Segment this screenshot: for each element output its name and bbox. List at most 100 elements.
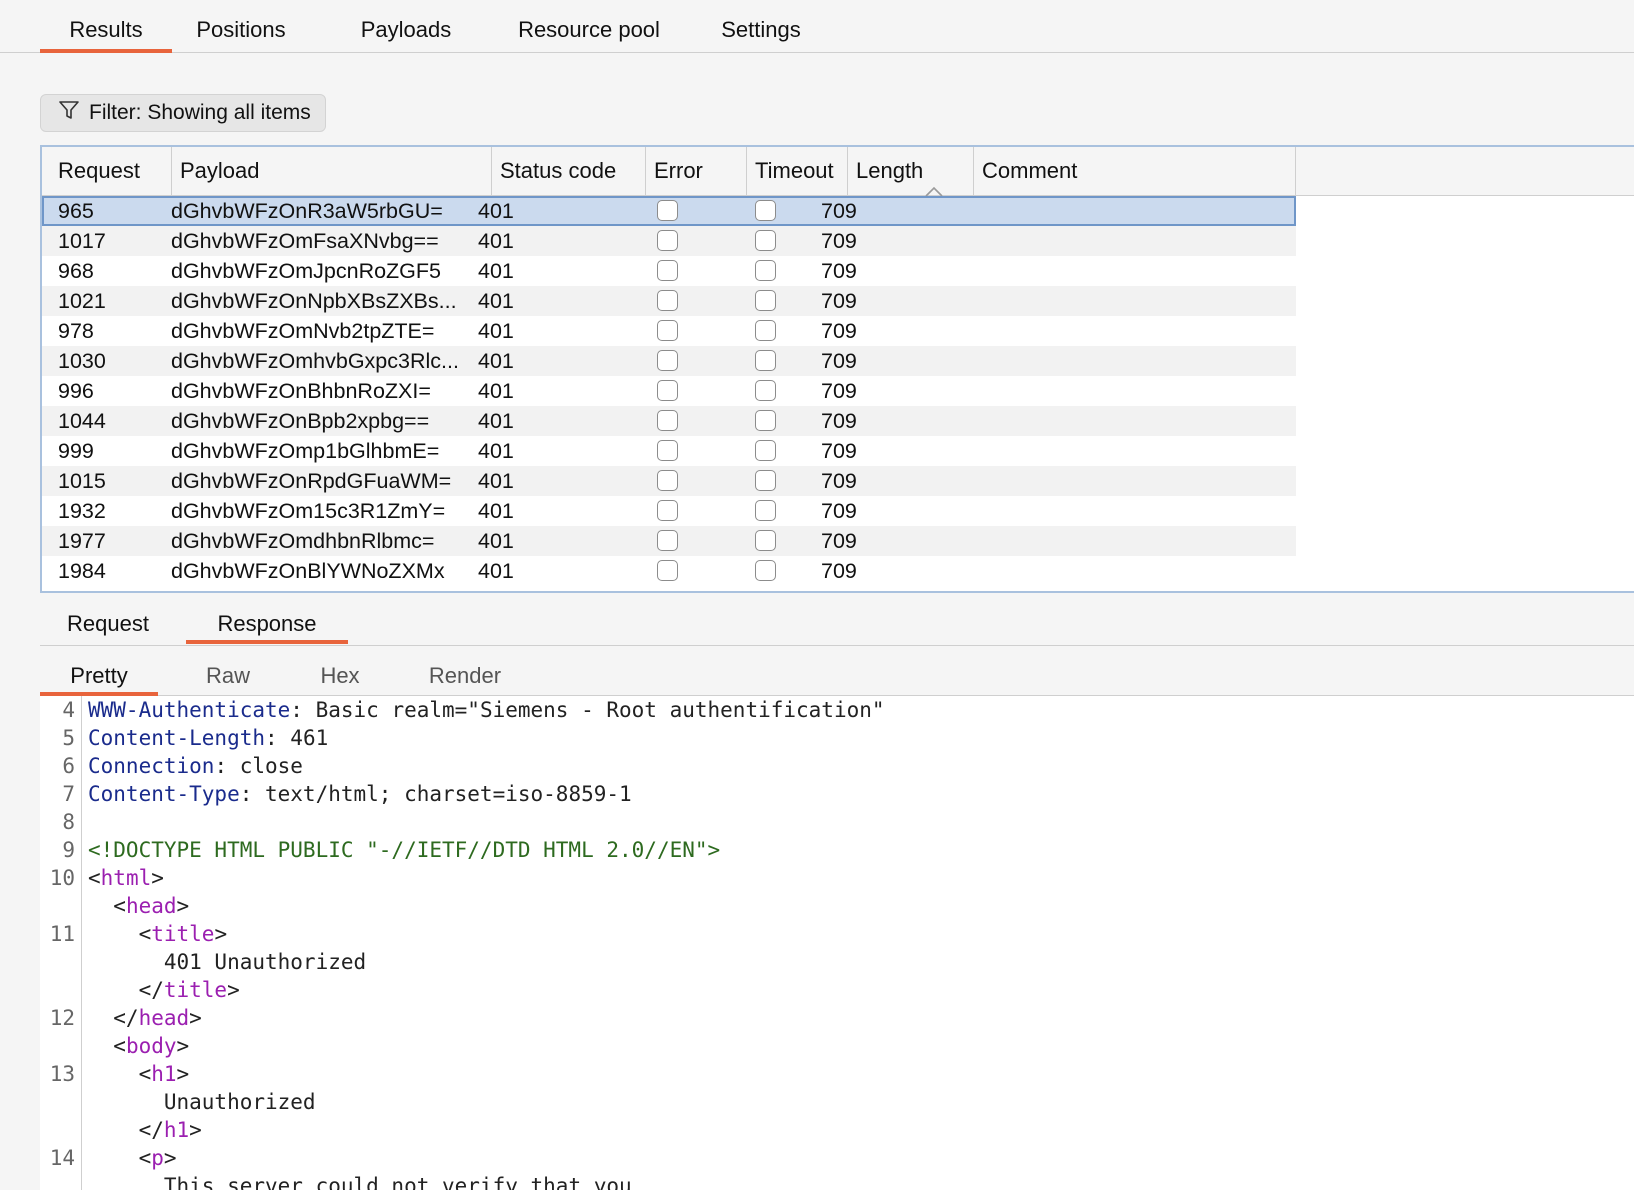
cell-length: 709 <box>821 499 857 523</box>
cell-status-code: 401 <box>478 379 514 403</box>
table-row[interactable]: 1044 dGhvbWFzOnBpb2xpbg== 401 709 <box>42 406 1296 436</box>
cell-status-code: 401 <box>478 469 514 493</box>
table-row[interactable]: 999 dGhvbWFzOmp1bGlhbmE= 401 709 <box>42 436 1296 466</box>
table-row[interactable]: 1030 dGhvbWFzOmhvbGxpc3Rlc... 401 709 <box>42 346 1296 376</box>
error-checkbox[interactable] <box>657 470 678 491</box>
table-row[interactable]: 965 dGhvbWFzOnR3aW5rbGU= 401 709 <box>42 196 1296 226</box>
response-editor[interactable]: 4 5 6 7 8 9 10 11 12 13 14 WWW-Authentic… <box>40 696 1634 1190</box>
timeout-checkbox[interactable] <box>755 380 776 401</box>
header-value: : 461 <box>265 726 329 750</box>
cell-length: 709 <box>821 379 857 403</box>
results-table: Request Payload Status code Error Timeou… <box>40 145 1634 593</box>
tab-results[interactable]: Results <box>40 0 172 53</box>
tab-render[interactable]: Render <box>405 647 525 695</box>
cell-request: 1984 <box>58 559 106 583</box>
cell-request: 996 <box>58 379 94 403</box>
tag-name: title <box>151 922 215 946</box>
tab-pretty[interactable]: Pretty <box>40 647 158 696</box>
error-checkbox[interactable] <box>657 290 678 311</box>
timeout-checkbox[interactable] <box>755 350 776 371</box>
cell-payload: dGhvbWFzOm15c3R1ZmY= <box>171 499 446 523</box>
table-row[interactable]: 1977 dGhvbWFzOmdhbnRlbmc= 401 709 <box>42 526 1296 556</box>
cell-length: 709 <box>821 409 857 433</box>
error-checkbox[interactable] <box>657 560 678 581</box>
line-number: 14 <box>49 1146 75 1170</box>
cell-payload: dGhvbWFzOnR3aW5rbGU= <box>171 199 443 223</box>
timeout-checkbox[interactable] <box>755 440 776 461</box>
header-key: Content-Type <box>88 782 240 806</box>
tab-positions[interactable]: Positions <box>186 0 296 52</box>
column-header-comment[interactable]: Comment <box>974 147 1296 195</box>
tab-hex[interactable]: Hex <box>290 647 390 695</box>
table-row[interactable]: 1984 dGhvbWFzOnBlYWNoZXMx 401 709 <box>42 556 1296 586</box>
table-row[interactable]: 1017 dGhvbWFzOmFsaXNvbg== 401 709 <box>42 226 1296 256</box>
code-line: </h1> <box>88 1118 202 1142</box>
error-checkbox[interactable] <box>657 500 678 521</box>
tab-settings[interactable]: Settings <box>706 0 816 52</box>
table-row[interactable]: 968 dGhvbWFzOmJpcnRoZGF5 401 709 <box>42 256 1296 286</box>
tab-raw[interactable]: Raw <box>178 647 278 695</box>
cell-request: 968 <box>58 259 94 283</box>
code-text: 401 Unauthorized <box>163 950 367 974</box>
table-row[interactable]: 996 dGhvbWFzOnBhbnRoZXI= 401 709 <box>42 376 1296 406</box>
table-row[interactable]: 978 dGhvbWFzOmNvb2tpZTE= 401 709 <box>42 316 1296 346</box>
line-number: 4 <box>62 698 75 722</box>
timeout-checkbox[interactable] <box>755 290 776 311</box>
cell-length: 709 <box>821 289 857 313</box>
column-header-status-code[interactable]: Status code <box>492 147 646 195</box>
cell-length: 709 <box>821 439 857 463</box>
cell-request: 965 <box>58 199 94 223</box>
code-line: Connection: close <box>88 752 303 780</box>
line-number-gutter: 4 5 6 7 8 9 10 11 12 13 14 <box>40 696 82 1190</box>
filter-button[interactable]: Filter: Showing all items <box>40 94 326 132</box>
line-number: 9 <box>62 838 75 862</box>
table-row[interactable]: 1932 dGhvbWFzOm15c3R1ZmY= 401 709 <box>42 496 1296 526</box>
line-number: 6 <box>62 754 75 778</box>
cell-request: 1044 <box>58 409 106 433</box>
cell-payload: dGhvbWFzOmp1bGlhbmE= <box>171 439 440 463</box>
error-checkbox[interactable] <box>657 380 678 401</box>
timeout-checkbox[interactable] <box>755 200 776 221</box>
error-checkbox[interactable] <box>657 230 678 251</box>
cell-payload: dGhvbWFzOmJpcnRoZGF5 <box>171 259 441 283</box>
tab-payloads[interactable]: Payloads <box>340 0 472 52</box>
cell-request: 1977 <box>58 529 106 553</box>
column-header-timeout[interactable]: Timeout <box>747 147 848 195</box>
tag-name: head <box>125 894 177 918</box>
error-checkbox[interactable] <box>657 410 678 431</box>
cell-payload: dGhvbWFzOnBhbnRoZXI= <box>171 379 431 403</box>
cell-request: 1017 <box>58 229 106 253</box>
timeout-checkbox[interactable] <box>755 470 776 491</box>
filter-icon <box>59 100 89 126</box>
tab-response[interactable]: Response <box>186 595 348 644</box>
cell-status-code: 401 <box>478 409 514 433</box>
header-value: : close <box>214 754 303 778</box>
table-row[interactable]: 1015 dGhvbWFzOnRpdGFuaWM= 401 709 <box>42 466 1296 496</box>
timeout-checkbox[interactable] <box>755 410 776 431</box>
code-line: Content-Type: text/html; charset=iso-885… <box>88 780 632 808</box>
tab-resource-pool[interactable]: Resource pool <box>500 0 678 52</box>
error-checkbox[interactable] <box>657 440 678 461</box>
code-line: Content-Length: 461 <box>88 724 328 752</box>
error-checkbox[interactable] <box>657 530 678 551</box>
error-checkbox[interactable] <box>657 350 678 371</box>
timeout-checkbox[interactable] <box>755 260 776 281</box>
tab-request[interactable]: Request <box>40 595 176 643</box>
column-header-length[interactable]: Length <box>848 147 974 197</box>
timeout-checkbox[interactable] <box>755 500 776 521</box>
table-row[interactable]: 1021 dGhvbWFzOnNpbXBsZXBs... 401 709 <box>42 286 1296 316</box>
error-checkbox[interactable] <box>657 200 678 221</box>
timeout-checkbox[interactable] <box>755 530 776 551</box>
timeout-checkbox[interactable] <box>755 320 776 341</box>
column-header-error[interactable]: Error <box>646 147 747 195</box>
error-checkbox[interactable] <box>657 320 678 341</box>
cell-status-code: 401 <box>478 559 514 583</box>
cell-status-code: 401 <box>478 319 514 343</box>
column-header-request[interactable]: Request <box>42 147 172 195</box>
error-checkbox[interactable] <box>657 260 678 281</box>
timeout-checkbox[interactable] <box>755 230 776 251</box>
column-header-payload[interactable]: Payload <box>172 147 492 195</box>
timeout-checkbox[interactable] <box>755 560 776 581</box>
code-line: This server could not verify that you <box>88 1172 632 1190</box>
cell-payload: dGhvbWFzOmdhbnRlbmc= <box>171 529 435 553</box>
